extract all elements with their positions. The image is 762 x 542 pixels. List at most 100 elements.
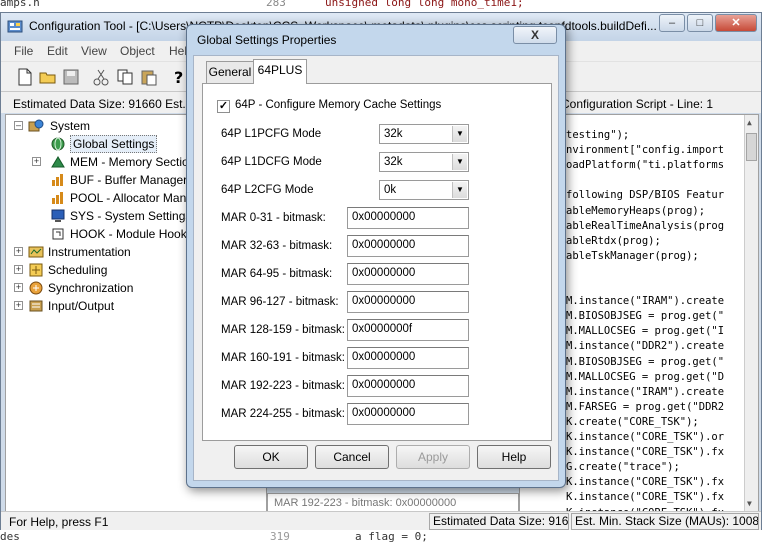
bg-code-line: unsigned long long mono_time1; <box>325 0 524 9</box>
code-line: ableMemoryHeaps(prog); <box>566 204 706 217</box>
mar-0-31-label: MAR 0-31 - bitmask: <box>221 212 326 224</box>
dialog-title: Global Settings Properties <box>197 33 337 47</box>
apply-button[interactable]: Apply <box>396 445 470 469</box>
cut-icon[interactable] <box>91 67 111 87</box>
l1dcfg-value: 32k <box>384 156 403 168</box>
code-line: K.instance("CORE_TSK").fx <box>566 446 725 459</box>
code-line: M.instance("DDR2").create <box>566 340 725 353</box>
scroll-up-icon[interactable]: ▲ <box>747 118 752 127</box>
paste-icon[interactable] <box>139 67 159 87</box>
bg-line-number: 283 <box>266 0 286 9</box>
tree-item-label: Synchronization <box>48 281 134 295</box>
chevron-down-icon[interactable]: ▼ <box>452 154 467 170</box>
status-stack-size: Est. Min. Stack Size (MAUs): 1008 <box>571 513 759 530</box>
scheduling-icon <box>29 263 43 277</box>
menu-object[interactable]: Object <box>120 44 155 58</box>
svg-text:?: ? <box>174 68 183 87</box>
mar-160-191-label: MAR 160-191 - bitmask: <box>221 352 345 364</box>
mar-96-127-input[interactable]: 0x00000000 <box>347 291 469 313</box>
new-file-icon[interactable] <box>15 67 35 87</box>
mar-32-63-input[interactable]: 0x00000000 <box>347 235 469 257</box>
pool-icon <box>52 192 63 204</box>
mar-192-223-label: MAR 192-223 - bitmask: <box>221 380 345 392</box>
close-window-button[interactable]: ✕ <box>715 14 757 32</box>
mar-32-63-label: MAR 32-63 - bitmask: <box>221 240 333 252</box>
system-globe-icon <box>28 119 44 132</box>
memory-chip-icon <box>51 156 65 168</box>
menu-file[interactable]: File <box>14 44 33 58</box>
expand-icon[interactable]: + <box>32 157 41 166</box>
mar-224-255-label: MAR 224-255 - bitmask: <box>221 408 345 420</box>
chevron-down-icon[interactable]: ▼ <box>452 182 467 198</box>
mar-96-127-label: MAR 96-127 - bitmask: <box>221 296 339 308</box>
scrollbar-thumb[interactable] <box>746 133 757 161</box>
tree-item-label: Global Settings <box>70 135 158 153</box>
help-button[interactable]: Help <box>477 445 551 469</box>
tab-general[interactable]: General <box>206 61 254 83</box>
background-editor-top: amps.h 283 unsigned long long mono_time1… <box>0 0 762 12</box>
tree-item-label: BUF - Buffer Manager <box>70 173 188 187</box>
mar-0-31-input[interactable]: 0x00000000 <box>347 207 469 229</box>
maximize-button[interactable]: □ <box>687 14 713 32</box>
l2cfg-select[interactable]: 0k ▼ <box>379 180 469 200</box>
tab-64plus[interactable]: 64PLUS <box>253 59 307 84</box>
l1pcfg-value: 32k <box>384 128 403 140</box>
expand-icon[interactable]: + <box>14 301 23 310</box>
code-line: ableTskManager(prog); <box>566 249 699 262</box>
partial-property-text: MAR 192-223 - bitmask: 0x00000000 <box>274 497 457 509</box>
tree-item-label: SYS - System Settings <box>70 209 192 223</box>
code-line: K.instance("CORE_TSK").fx <box>566 491 725 504</box>
configuration-script-line-label: Configuration Script - Line: 1 <box>561 97 714 111</box>
menu-view[interactable]: View <box>81 44 107 58</box>
tab-panel-64plus: ✓ 64P - Configure Memory Cache Settings … <box>202 83 552 441</box>
expand-icon[interactable]: + <box>14 265 23 274</box>
code-line: M.MALLOCSEG = prog.get("D <box>566 370 725 383</box>
code-line: nvironment["config.import <box>566 144 725 157</box>
open-folder-icon[interactable] <box>38 67 58 87</box>
hook-icon <box>52 228 64 240</box>
code-line: ableRtdx(prog); <box>566 234 661 247</box>
configure-cache-label: 64P - Configure Memory Cache Settings <box>235 99 442 111</box>
app-icon <box>7 20 23 33</box>
mar-64-95-input[interactable]: 0x00000000 <box>347 263 469 285</box>
vertical-scrollbar[interactable]: ▲ ▼ <box>744 115 758 513</box>
save-icon[interactable] <box>61 67 81 87</box>
mar-64-95-label: MAR 64-95 - bitmask: <box>221 268 333 280</box>
mar-128-159-label: MAR 128-159 - bitmask: <box>221 324 345 336</box>
cancel-button[interactable]: Cancel <box>315 445 389 469</box>
bg-file-label: amps.h <box>0 0 40 9</box>
ok-button[interactable]: OK <box>234 445 308 469</box>
copy-icon[interactable] <box>115 67 135 87</box>
mar-160-191-input[interactable]: 0x00000000 <box>347 347 469 369</box>
mar-224-255-input[interactable]: 0x00000000 <box>347 403 469 425</box>
tree-item-label: System <box>50 119 91 133</box>
code-line: M.instance("IRAM").create <box>566 385 725 398</box>
menu-edit[interactable]: Edit <box>47 44 68 58</box>
configure-cache-checkbox[interactable]: ✓ <box>217 100 230 113</box>
collapse-icon[interactable]: – <box>14 121 23 130</box>
code-line: testing"); <box>566 129 630 141</box>
l1dcfg-select[interactable]: 32k ▼ <box>379 152 469 172</box>
input-output-icon <box>29 300 43 312</box>
l1dcfg-label: 64P L1DCFG Mode <box>221 156 322 168</box>
expand-icon[interactable]: + <box>14 283 23 292</box>
minimize-button[interactable]: – <box>659 14 685 32</box>
scroll-down-icon[interactable]: ▼ <box>747 499 752 508</box>
tree-item-label: Instrumentation <box>48 245 131 259</box>
mar-192-223-input[interactable]: 0x00000000 <box>347 375 469 397</box>
l1pcfg-select[interactable]: 32k ▼ <box>379 124 469 144</box>
code-line: K.instance("CORE_TSK").or <box>566 431 725 443</box>
code-line: M.FARSEG = prog.get("DDR2 <box>566 400 725 413</box>
code-line: M.MALLOCSEG = prog.get("I <box>566 325 725 338</box>
chevron-down-icon[interactable]: ▼ <box>452 126 467 142</box>
code-line: K.instance("CORE_TSK").fx <box>566 476 725 489</box>
bg-bottom-line-number: 319 <box>270 530 290 542</box>
code-line: following DSP/BIOS Featur <box>566 189 725 202</box>
tree-item-label: Input/Output <box>48 299 115 313</box>
dialog-body: General 64PLUS ✓ 64P - Configure Memory … <box>193 55 559 481</box>
mar-128-159-input[interactable]: 0x0000000f <box>347 319 469 341</box>
l1pcfg-label: 64P L1PCFG Mode <box>221 128 322 140</box>
expand-icon[interactable]: + <box>14 247 23 256</box>
code-line: M.BIOSOBJSEG = prog.get(" <box>566 310 725 323</box>
dialog-close-button[interactable]: X <box>513 26 557 44</box>
